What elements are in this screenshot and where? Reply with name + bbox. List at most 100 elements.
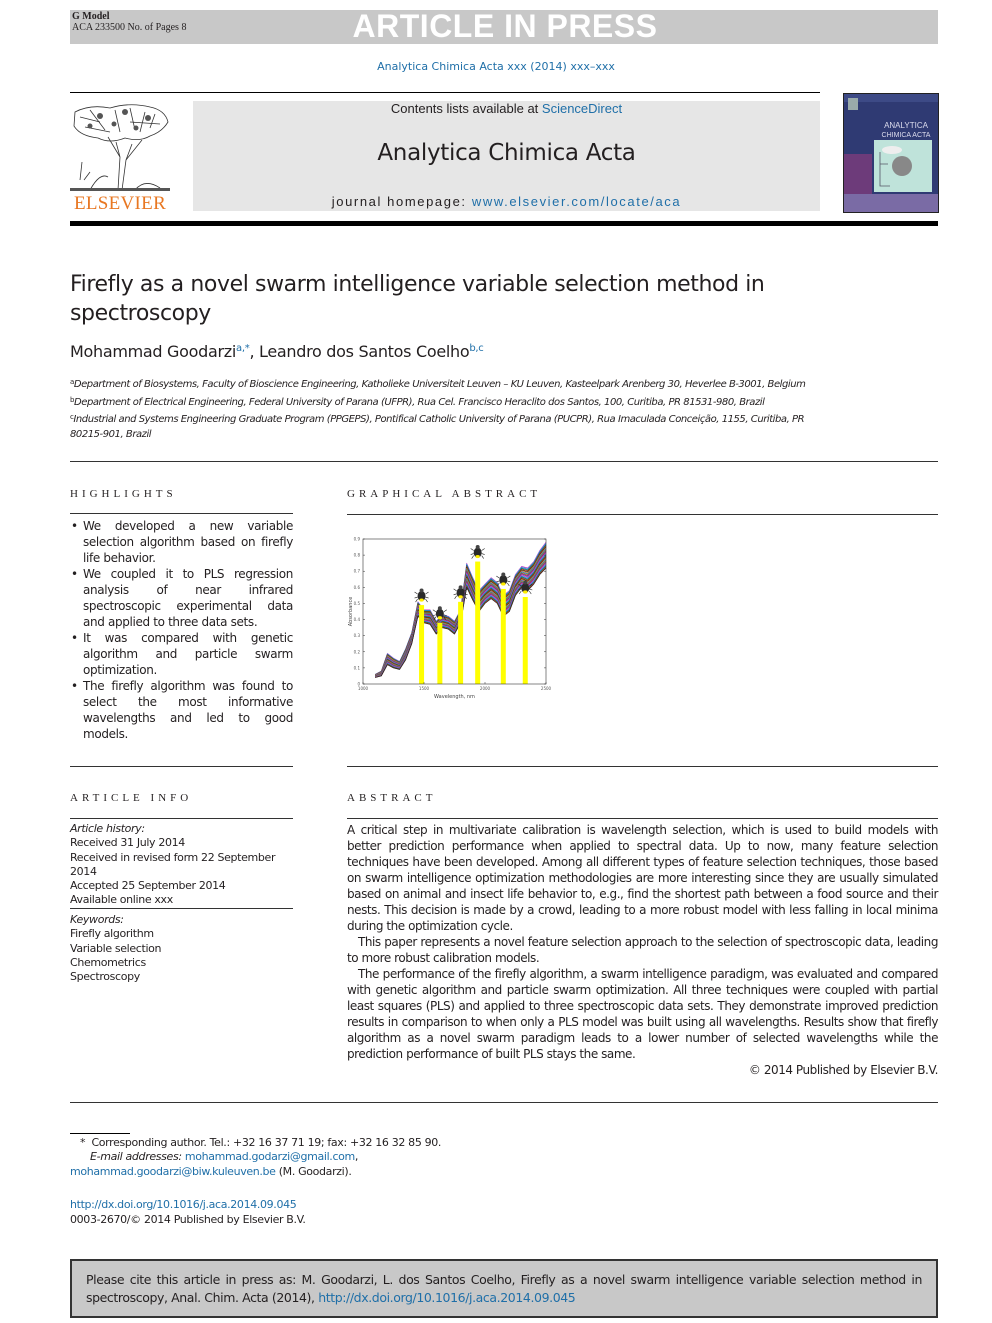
journal-title: Analytica Chimica Acta: [377, 140, 636, 166]
highlight-item: We developed a new variable selection al…: [70, 518, 293, 566]
y-tick-label: 0.4: [354, 617, 361, 622]
y-tick-label: 0.2: [354, 649, 361, 654]
history-label: Article history:: [70, 822, 145, 835]
sciencedirect-link[interactable]: ScienceDirect: [542, 101, 622, 116]
author-name[interactable]: Mohammad Goodarzi: [70, 342, 236, 361]
journal-homepage: journal homepage: www.elsevier.com/locat…: [193, 194, 820, 209]
email-separator: ,: [354, 1150, 359, 1164]
affiliations: aDepartment of Biosystems, Faculty of Bi…: [70, 375, 830, 442]
highlights-heading: HIGHLIGHTS: [70, 488, 177, 500]
firefly-icon: [414, 588, 429, 603]
email-line: mohammad.goodarzi@biw.kuleuven.be (M. Go…: [70, 1165, 490, 1179]
cover-title-2: CHIMICA ACTA: [882, 132, 931, 139]
history-item: Available online xxx: [70, 893, 173, 907]
divider: [70, 513, 293, 514]
firefly-icon: [470, 545, 485, 559]
selected-wavelength-bar: [458, 601, 464, 684]
affiliation-text: Industrial and Systems Engineering Gradu…: [70, 414, 805, 440]
abstract-copyright: © 2014 Published by Elsevier B.V.: [748, 1063, 939, 1077]
firefly-icon: [496, 572, 511, 587]
footnote-marker: *: [80, 1136, 86, 1149]
selected-wavelength-bar: [500, 588, 506, 684]
keywords-label: Keywords:: [70, 913, 124, 926]
article-history: Article history: Received 31 July 2014 R…: [70, 822, 300, 908]
firefly-head: [523, 580, 528, 585]
header-thick-rule: [70, 221, 938, 226]
x-tick-label: 2500: [541, 686, 552, 691]
author-separator: ,: [249, 342, 260, 361]
firefly-glow: [523, 590, 528, 594]
highlight-item: We coupled it to PLS regression analysis…: [70, 566, 293, 630]
email-link[interactable]: mohammad.godarzi@gmail.com: [185, 1150, 355, 1163]
selected-wavelength-bar: [419, 605, 425, 684]
citation-doi-link[interactable]: http://dx.doi.org/10.1016/j.aca.2014.09.…: [318, 1290, 576, 1305]
doi-link[interactable]: http://dx.doi.org/10.1016/j.aca.2014.09.…: [70, 1197, 306, 1212]
footnote-line: * Corresponding author. Tel.: +32 16 37 …: [70, 1136, 490, 1150]
graphical-abstract-chart[interactable]: 0 0.1 0.2 0.3 0.4 0.5 0.6 0.7 0.8 0.9 1000 1500 2000…: [347, 530, 552, 705]
corresponding-author-footnote: * Corresponding author. Tel.: +32 16 37 …: [70, 1136, 490, 1179]
firefly-glow: [501, 582, 506, 586]
keyword: Variable selection: [70, 941, 162, 955]
x-tick-label: 2000: [480, 686, 491, 691]
history-item: Accepted 25 September 2014: [70, 879, 226, 893]
divider: [70, 1102, 938, 1103]
y-tick-label: 0.6: [354, 585, 361, 590]
divider: [347, 766, 938, 767]
affiliation: cIndustrial and Systems Engineering Grad…: [70, 410, 830, 442]
keyword: Chemometrics: [70, 955, 146, 969]
divider: [70, 461, 938, 462]
homepage-link[interactable]: www.elsevier.com/locate/aca: [472, 194, 681, 209]
footnote-rule: [70, 1133, 130, 1134]
abstract-paragraph: A critical step in multivariate calibrat…: [347, 823, 938, 933]
selected-wavelength-bar: [437, 622, 443, 684]
elsevier-wordmark: ELSEVIER: [73, 193, 167, 214]
email-label: E-mail addresses:: [90, 1150, 182, 1164]
abstract-heading: ABSTRACT: [347, 792, 437, 804]
contents-line: Contents lists available at ScienceDirec…: [193, 101, 820, 116]
divider: [70, 92, 820, 93]
email-line: E-mail addresses: mohammad.godarzi@gmail…: [70, 1150, 490, 1164]
firefly-glow: [419, 598, 424, 602]
journal-cover-thumbnail[interactable]: ANALYTICA CHIMICA ACTA: [843, 93, 939, 213]
author-affil-marker[interactable]: b,c: [469, 343, 483, 354]
keyword: Spectroscopy: [70, 970, 140, 984]
email-link[interactable]: mohammad.goodarzi@biw.kuleuven.be: [70, 1165, 276, 1178]
selected-wavelength-bar: [522, 597, 528, 684]
firefly-glow: [458, 595, 463, 599]
firefly-glow: [475, 554, 480, 559]
citation-text: Please cite this article in press as: M.…: [86, 1271, 922, 1307]
email-owner: (M. Goodarzi).: [275, 1164, 352, 1178]
firefly-head: [419, 588, 424, 593]
divider: [70, 818, 293, 819]
cover-title-1: ANALYTICA: [884, 121, 929, 130]
author-affil-marker[interactable]: a,*: [236, 343, 250, 354]
author-name[interactable]: Leandro dos Santos Coelho: [259, 342, 470, 361]
firefly-head: [458, 585, 463, 590]
divider: [347, 818, 938, 819]
status-banner-text: ARTICLE IN PRESS: [352, 8, 658, 44]
keyword: Firefly algorithm: [70, 927, 154, 941]
history-item: Received 31 July 2014: [70, 836, 185, 850]
highlight-item: It was compared with genetic algorithm a…: [70, 630, 293, 678]
running-header[interactable]: Analytica Chimica Acta xxx (2014) xxx–xx…: [0, 60, 992, 73]
firefly-head: [475, 545, 480, 550]
article-title: Firefly as a novel swarm intelligence va…: [70, 272, 765, 326]
history-item: Received in revised form 22 September 20…: [70, 850, 276, 878]
divider: [70, 908, 293, 909]
keywords: Keywords: Firefly algorithm Variable sel…: [70, 913, 300, 984]
y-tick-label: 0.7: [354, 569, 361, 574]
x-tick-label: 1000: [358, 686, 369, 691]
x-axis-label: Wavelength, nm: [434, 694, 475, 700]
affiliation-text: Department of Biosystems, Faculty of Bio…: [73, 379, 806, 390]
spectra-chart: 00.10.20.30.40.50.60.70.80.91000 1500 2000…: [348, 537, 552, 701]
issn-copyright: 0003-2670/© 2014 Published by Elsevier B…: [70, 1213, 306, 1226]
author-list: Mohammad Goodarzia,*, Leandro dos Santos…: [70, 342, 484, 361]
article-info-heading: ARTICLE INFO: [70, 792, 193, 804]
y-tick-label: 0.5: [354, 601, 361, 606]
y-tick-label: 0.8: [354, 553, 361, 558]
contents-prefix: Contents lists available at: [390, 101, 542, 116]
graphical-abstract-heading: GRAPHICAL ABSTRACT: [347, 488, 542, 500]
y-tick-label: 0.3: [354, 633, 361, 638]
affiliation-text: Department of Electrical Engineering, Fe…: [74, 396, 765, 408]
highlights-list: We developed a new variable selection al…: [70, 518, 293, 742]
